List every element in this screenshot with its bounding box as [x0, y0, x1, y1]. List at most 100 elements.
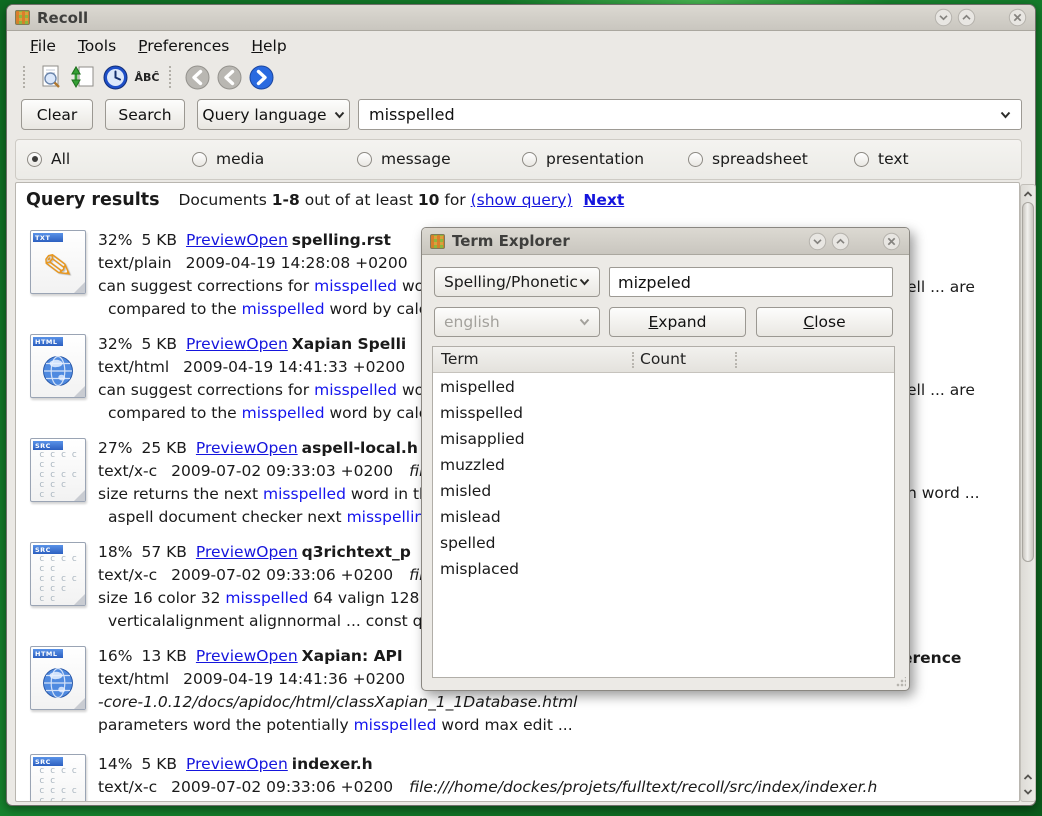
scrollbar-thumb[interactable] — [1022, 202, 1034, 562]
term-input[interactable] — [609, 267, 893, 297]
back-icon-2[interactable] — [213, 62, 245, 92]
clear-button[interactable]: Clear — [21, 99, 93, 130]
resize-grip[interactable] — [896, 677, 906, 687]
term-row[interactable]: mislead — [433, 504, 894, 530]
expand-button[interactable]: Expand — [609, 307, 746, 337]
open-link[interactable]: Open — [256, 439, 297, 457]
result-url: file:///home/dockes/projets/fulltext/rec… — [409, 778, 877, 796]
maximize-button[interactable] — [957, 8, 976, 27]
history-clock-icon[interactable] — [99, 62, 131, 92]
term-row[interactable]: misplaced — [433, 556, 894, 582]
search-button[interactable]: Search — [105, 99, 185, 130]
text-file-icon: TXT ✎ — [30, 230, 86, 294]
language-dropdown-disabled: english — [434, 307, 600, 337]
term-row[interactable]: misled — [433, 478, 894, 504]
filter-media[interactable]: media — [192, 150, 264, 168]
term-row[interactable]: misapplied — [433, 426, 894, 452]
column-count[interactable]: Count — [640, 350, 686, 368]
result-overflow-text: n word ... — [907, 484, 980, 502]
source-file-icon: SRC c c c c c c c c c c c c c c c — [30, 542, 86, 606]
next-page-link[interactable]: Next — [583, 191, 624, 209]
radio-icon — [688, 152, 703, 167]
menu-file[interactable]: File — [21, 34, 65, 58]
term-row[interactable]: spelled — [433, 530, 894, 556]
menu-preferences[interactable]: Preferences — [129, 34, 238, 58]
scroll-up-icon-2[interactable] — [1022, 770, 1034, 784]
term-row[interactable]: mispelled — [433, 374, 894, 400]
spellcheck-icon[interactable]: ÅBĈ — [131, 62, 163, 92]
filter-message[interactable]: message — [357, 150, 451, 168]
column-resize-handle[interactable] — [632, 352, 634, 368]
dialog-title: Term Explorer — [452, 232, 570, 250]
menubar: File Tools Preferences Help — [7, 32, 1035, 59]
column-term[interactable]: Term — [441, 350, 479, 368]
filter-all[interactable]: All — [27, 150, 70, 168]
expansion-mode-dropdown[interactable]: Spelling/Phonetic — [434, 267, 600, 297]
open-link[interactable]: Open — [256, 647, 297, 665]
recoll-app-icon — [430, 234, 445, 249]
dialog-titlebar[interactable]: Term Explorer — [422, 228, 909, 255]
show-query-link[interactable]: (show query) — [471, 191, 573, 209]
term-table-body: mispelled misspelled misapplied muzzled … — [433, 374, 894, 677]
open-link[interactable]: Open — [246, 755, 287, 773]
query-language-dropdown[interactable]: Query language — [197, 99, 350, 130]
highlighted-term: misspelled — [354, 716, 437, 734]
minimize-button[interactable] — [808, 232, 827, 251]
minimize-button[interactable] — [934, 8, 953, 27]
term-row[interactable]: misspelled — [433, 400, 894, 426]
chevron-down-icon — [579, 318, 590, 326]
search-combobox[interactable] — [358, 99, 1022, 130]
open-link[interactable]: Open — [246, 335, 287, 353]
open-link[interactable]: Open — [246, 231, 287, 249]
preview-link[interactable]: Preview — [186, 335, 246, 353]
term-row[interactable]: muzzled — [433, 452, 894, 478]
sort-document-icon[interactable] — [67, 62, 99, 92]
menu-help[interactable]: Help — [242, 34, 295, 58]
open-link[interactable]: Open — [256, 543, 297, 561]
preview-link[interactable]: Preview — [196, 439, 256, 457]
preview-document-icon[interactable] — [35, 62, 67, 92]
filter-spreadsheet[interactable]: spreadsheet — [688, 150, 808, 168]
results-title: Query results — [26, 190, 160, 210]
filter-bar: All media message presentation spreadshe… — [15, 139, 1022, 180]
back-icon[interactable] — [181, 62, 213, 92]
filter-presentation[interactable]: presentation — [522, 150, 644, 168]
term-explorer-dialog: Term Explorer Spelling/Phonetic english … — [421, 227, 910, 691]
result-title: Xapian: API — [302, 647, 403, 665]
source-file-icon: SRC c c c c c c c c c c c c c c c — [30, 438, 86, 502]
maximize-button[interactable] — [831, 232, 850, 251]
result-title-overflow-text: erence — [902, 649, 961, 667]
window-title: Recoll — [37, 9, 88, 27]
filter-text[interactable]: text — [854, 150, 909, 168]
result-overflow-text: ell ... are — [907, 278, 975, 296]
toolbar-handle[interactable] — [23, 66, 29, 88]
result-range: 1-8 — [272, 191, 300, 209]
preview-link[interactable]: Preview — [186, 231, 246, 249]
scroll-up-icon[interactable] — [1022, 187, 1034, 201]
result-row-6: SRC c c c c c c c c c c c c c c c 14%5 K… — [22, 751, 1014, 802]
scroll-down-icon[interactable] — [1022, 785, 1034, 799]
toolbar-handle-2[interactable] — [169, 66, 175, 88]
forward-icon[interactable] — [245, 62, 277, 92]
close-dialog-button[interactable]: Close — [756, 307, 893, 337]
result-title: Xapian Spelli — [292, 335, 406, 353]
close-button[interactable] — [882, 232, 901, 251]
term-table: Term Count mispelled misspelled misappli… — [432, 346, 895, 678]
search-input[interactable] — [369, 105, 1000, 124]
result-overflow-text: ell ... are — [907, 381, 975, 399]
close-button[interactable] — [1008, 8, 1027, 27]
menu-tools[interactable]: Tools — [69, 34, 125, 58]
radio-icon — [357, 152, 372, 167]
term-table-header[interactable]: Term Count — [433, 347, 894, 373]
highlighted-term: misspelled — [225, 589, 308, 607]
combo-chevron-down-icon[interactable] — [1000, 111, 1011, 119]
chevron-down-icon — [334, 111, 345, 119]
source-file-icon: SRC c c c c c c c c c c c c c c c — [30, 754, 86, 802]
preview-link[interactable]: Preview — [186, 755, 246, 773]
highlighted-term: misspelled — [263, 485, 346, 503]
column-resize-handle[interactable] — [735, 352, 737, 368]
preview-link[interactable]: Preview — [196, 647, 256, 665]
titlebar[interactable]: Recoll — [7, 5, 1035, 31]
preview-link[interactable]: Preview — [196, 543, 256, 561]
results-scrollbar[interactable] — [1020, 184, 1036, 802]
